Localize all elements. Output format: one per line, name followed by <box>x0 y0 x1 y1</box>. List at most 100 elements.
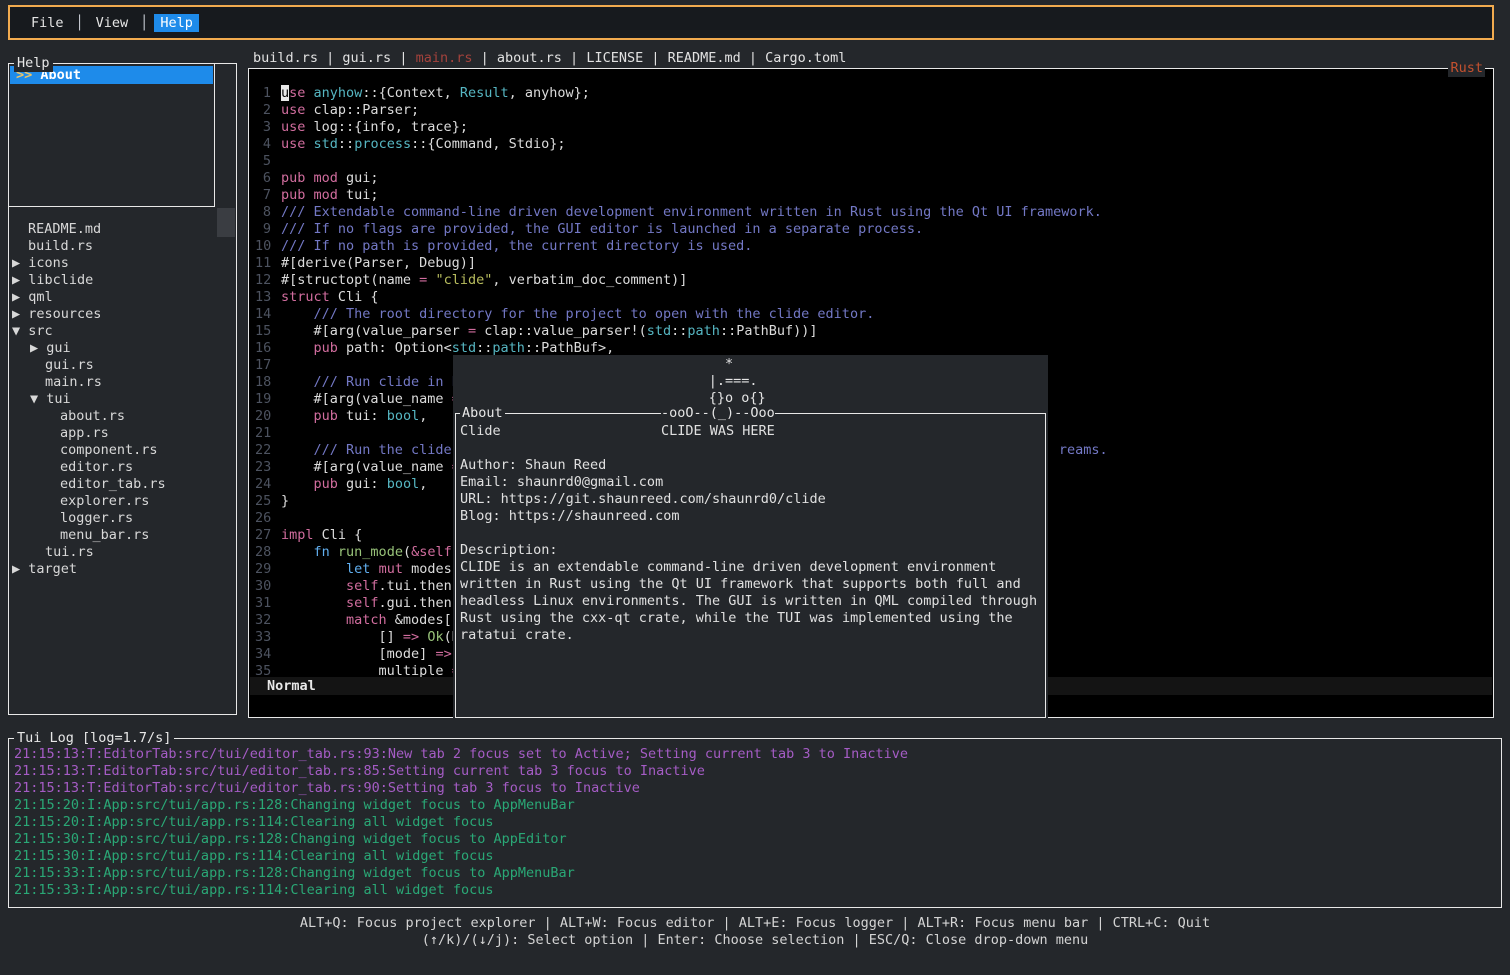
about-dialog-row: Blog: https://shaunreed.com <box>460 508 1045 525</box>
menu-bar: File│View│Help <box>8 5 1494 40</box>
line-number: 5 <box>255 153 271 170</box>
menu-item-view[interactable]: View <box>90 14 135 32</box>
about-dialog-text: Rust using the cxx-qt crate, while the T… <box>460 610 1013 626</box>
tree-item-target[interactable]: ▶ target <box>10 561 235 578</box>
folder-closed-arrow-icon: ▶ <box>12 289 28 305</box>
line-number: 32 <box>255 612 271 629</box>
line-number: 18 <box>255 374 271 391</box>
tree-item-logger.rs[interactable]: logger.rs <box>10 510 235 527</box>
about-dialog-text: ratatui crate. <box>460 627 574 643</box>
log-line-info: 21:15:20:I:App:src/tui/app.rs:128:Changi… <box>14 797 1501 814</box>
tree-item-icons[interactable]: ▶ icons <box>10 255 235 272</box>
shortcut-line-1: ALT+Q: Focus project explorer | ALT+W: F… <box>0 915 1510 932</box>
tree-item-label: icons <box>28 255 69 271</box>
about-dialog: * |.===. {}o o{} About -ooO--(_)--Ooo Cl… <box>453 355 1048 720</box>
about-dialog-content: ClideCLIDE WAS HEREAuthor: Shaun ReedEma… <box>456 414 1045 644</box>
menu-item-file[interactable]: File <box>25 14 70 32</box>
tree-item-menu_bar.rs[interactable]: menu_bar.rs <box>10 527 235 544</box>
line-number: 23 <box>255 459 271 476</box>
explorer-scrollbar-thumb[interactable] <box>217 208 235 237</box>
about-dialog-text: headless Linux environments. The GUI is … <box>460 593 1037 609</box>
tree-item-libclide[interactable]: ▶ libclide <box>10 272 235 289</box>
line-number: 3 <box>255 119 271 136</box>
tab-separator: | <box>643 50 667 66</box>
tab-README.md[interactable]: README.md <box>668 50 741 66</box>
code-line-9: 9/// If no flags are provided, the GUI e… <box>255 221 1491 238</box>
line-number: 6 <box>255 170 271 187</box>
about-dialog-text: Clide <box>460 423 501 439</box>
code-line-5: 5 <box>255 153 1491 170</box>
line-number: 31 <box>255 595 271 612</box>
log-lines: 21:15:13:T:EditorTab:src/tui/editor_tab.… <box>9 739 1501 899</box>
tree-item-resources[interactable]: ▶ resources <box>10 306 235 323</box>
shortcut-line-2: (↑/k)/(↓/j): Select option | Enter: Choo… <box>0 932 1510 949</box>
line-number: 10 <box>255 238 271 255</box>
tree-item-gui[interactable]: ▶ gui <box>10 340 235 357</box>
about-dialog-text: URL: https://git.shaunreed.com/shaunrd0/… <box>460 491 826 507</box>
tree-item-about.rs[interactable]: about.rs <box>10 408 235 425</box>
code-line-3: 3use log::{info, trace}; <box>255 119 1491 136</box>
tree-item-app.rs[interactable]: app.rs <box>10 425 235 442</box>
tree-item-component.rs[interactable]: component.rs <box>10 442 235 459</box>
code-line-14: 14 /// The root directory for the projec… <box>255 306 1491 323</box>
editor-tabs: build.rs | gui.rs | main.rs | about.rs |… <box>253 50 846 67</box>
line-number: 22 <box>255 442 271 459</box>
about-dialog-row: Description: <box>460 542 1045 559</box>
about-dialog-text: Email: shaunrd0@gmail.com <box>460 474 663 490</box>
tree-item-editor_tab.rs[interactable]: editor_tab.rs <box>10 476 235 493</box>
tree-item-label: app.rs <box>60 425 109 441</box>
about-dialog-text: Author: Shaun Reed <box>460 457 606 473</box>
about-dialog-row <box>460 525 1045 542</box>
line-number: 34 <box>255 646 271 663</box>
tree-item-build.rs[interactable]: build.rs <box>10 238 235 255</box>
about-dialog-row: Email: shaunrd0@gmail.com <box>460 474 1045 491</box>
tree-item-tui.rs[interactable]: tui.rs <box>10 544 235 561</box>
line-number: 30 <box>255 578 271 595</box>
tree-item-label: src <box>28 323 52 339</box>
tree-item-label: about.rs <box>60 408 125 424</box>
tree-item-editor.rs[interactable]: editor.rs <box>10 459 235 476</box>
tab-Cargo.toml[interactable]: Cargo.toml <box>765 50 846 66</box>
log-line-trace: 21:15:13:T:EditorTab:src/tui/editor_tab.… <box>14 780 1501 797</box>
code-line-13: 13struct Cli { <box>255 289 1491 306</box>
tree-item-qml[interactable]: ▶ qml <box>10 289 235 306</box>
line-number: 11 <box>255 255 271 272</box>
line-number: 33 <box>255 629 271 646</box>
line-number: 26 <box>255 510 271 527</box>
line-number: 28 <box>255 544 271 561</box>
tree-item-label: libclide <box>28 272 93 288</box>
tree-item-label: qml <box>28 289 52 305</box>
code-line-7: 7pub mod tui; <box>255 187 1491 204</box>
log-line-info: 21:15:30:I:App:src/tui/app.rs:128:Changi… <box>14 831 1501 848</box>
log-line-info: 21:15:33:I:App:src/tui/app.rs:114:Cleari… <box>14 882 1501 899</box>
tab-LICENSE[interactable]: LICENSE <box>586 50 643 66</box>
tab-main.rs[interactable]: main.rs <box>416 50 473 66</box>
menu-item-help[interactable]: Help <box>154 14 199 32</box>
tree-item-explorer.rs[interactable]: explorer.rs <box>10 493 235 510</box>
about-dialog-row: ratatui crate. <box>460 627 1045 644</box>
log-line-info: 21:15:33:I:App:src/tui/app.rs:128:Changi… <box>14 865 1501 882</box>
about-dialog-box: About -ooO--(_)--Ooo ClideCLIDE WAS HERE… <box>455 413 1046 718</box>
folder-closed-arrow-icon: ▶ <box>12 272 28 288</box>
tab-about.rs[interactable]: about.rs <box>497 50 562 66</box>
menu-separator: │ <box>76 15 84 31</box>
folder-closed-arrow-icon: ▶ <box>12 561 28 577</box>
folder-closed-arrow-icon: ▶ <box>12 255 28 271</box>
tree-item-label: tui <box>46 391 70 407</box>
tree-item-tui[interactable]: ▼ tui <box>10 391 235 408</box>
folder-closed-arrow-icon: ▶ <box>12 306 28 322</box>
about-dialog-row <box>460 440 1045 457</box>
tree-item-gui.rs[interactable]: gui.rs <box>10 357 235 374</box>
tab-build.rs[interactable]: build.rs <box>253 50 318 66</box>
tree-item-README.md[interactable]: README.md <box>10 221 235 238</box>
tree-item-src[interactable]: ▼ src <box>10 323 235 340</box>
tab-gui.rs[interactable]: gui.rs <box>342 50 391 66</box>
about-dialog-row: written in Rust using the Qt UI framewor… <box>460 576 1045 593</box>
tab-separator: | <box>391 50 415 66</box>
line-number: 15 <box>255 323 271 340</box>
log-line-info: 21:15:30:I:App:src/tui/app.rs:114:Cleari… <box>14 848 1501 865</box>
tree-item-main.rs[interactable]: main.rs <box>10 374 235 391</box>
about-dialog-row: Rust using the cxx-qt crate, while the T… <box>460 610 1045 627</box>
line-number: 21 <box>255 425 271 442</box>
line-number: 4 <box>255 136 271 153</box>
